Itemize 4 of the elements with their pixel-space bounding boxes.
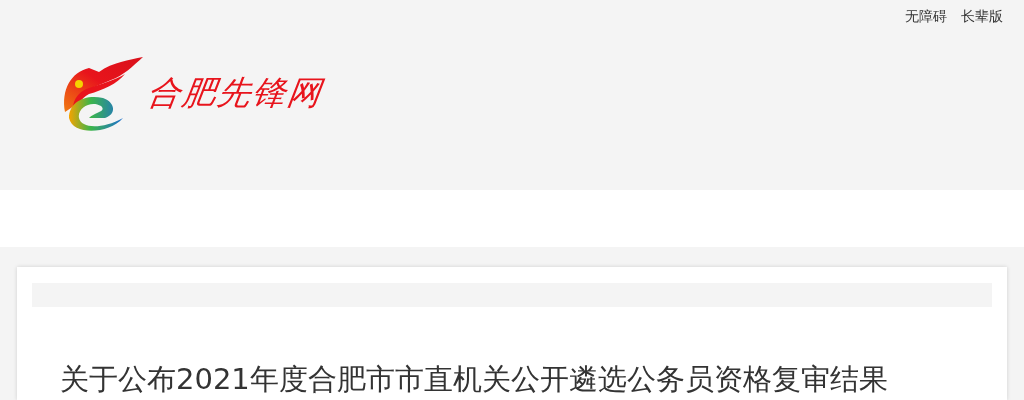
article-title: 关于公布2021年度合肥市市直机关公开遴选公务员资格复审结果 — [60, 361, 889, 397]
header-link[interactable]: 长辈版 — [961, 6, 1003, 30]
logo-text: 合肥先锋网 — [143, 71, 326, 114]
header-link[interactable]: 无障碍 — [905, 6, 947, 30]
